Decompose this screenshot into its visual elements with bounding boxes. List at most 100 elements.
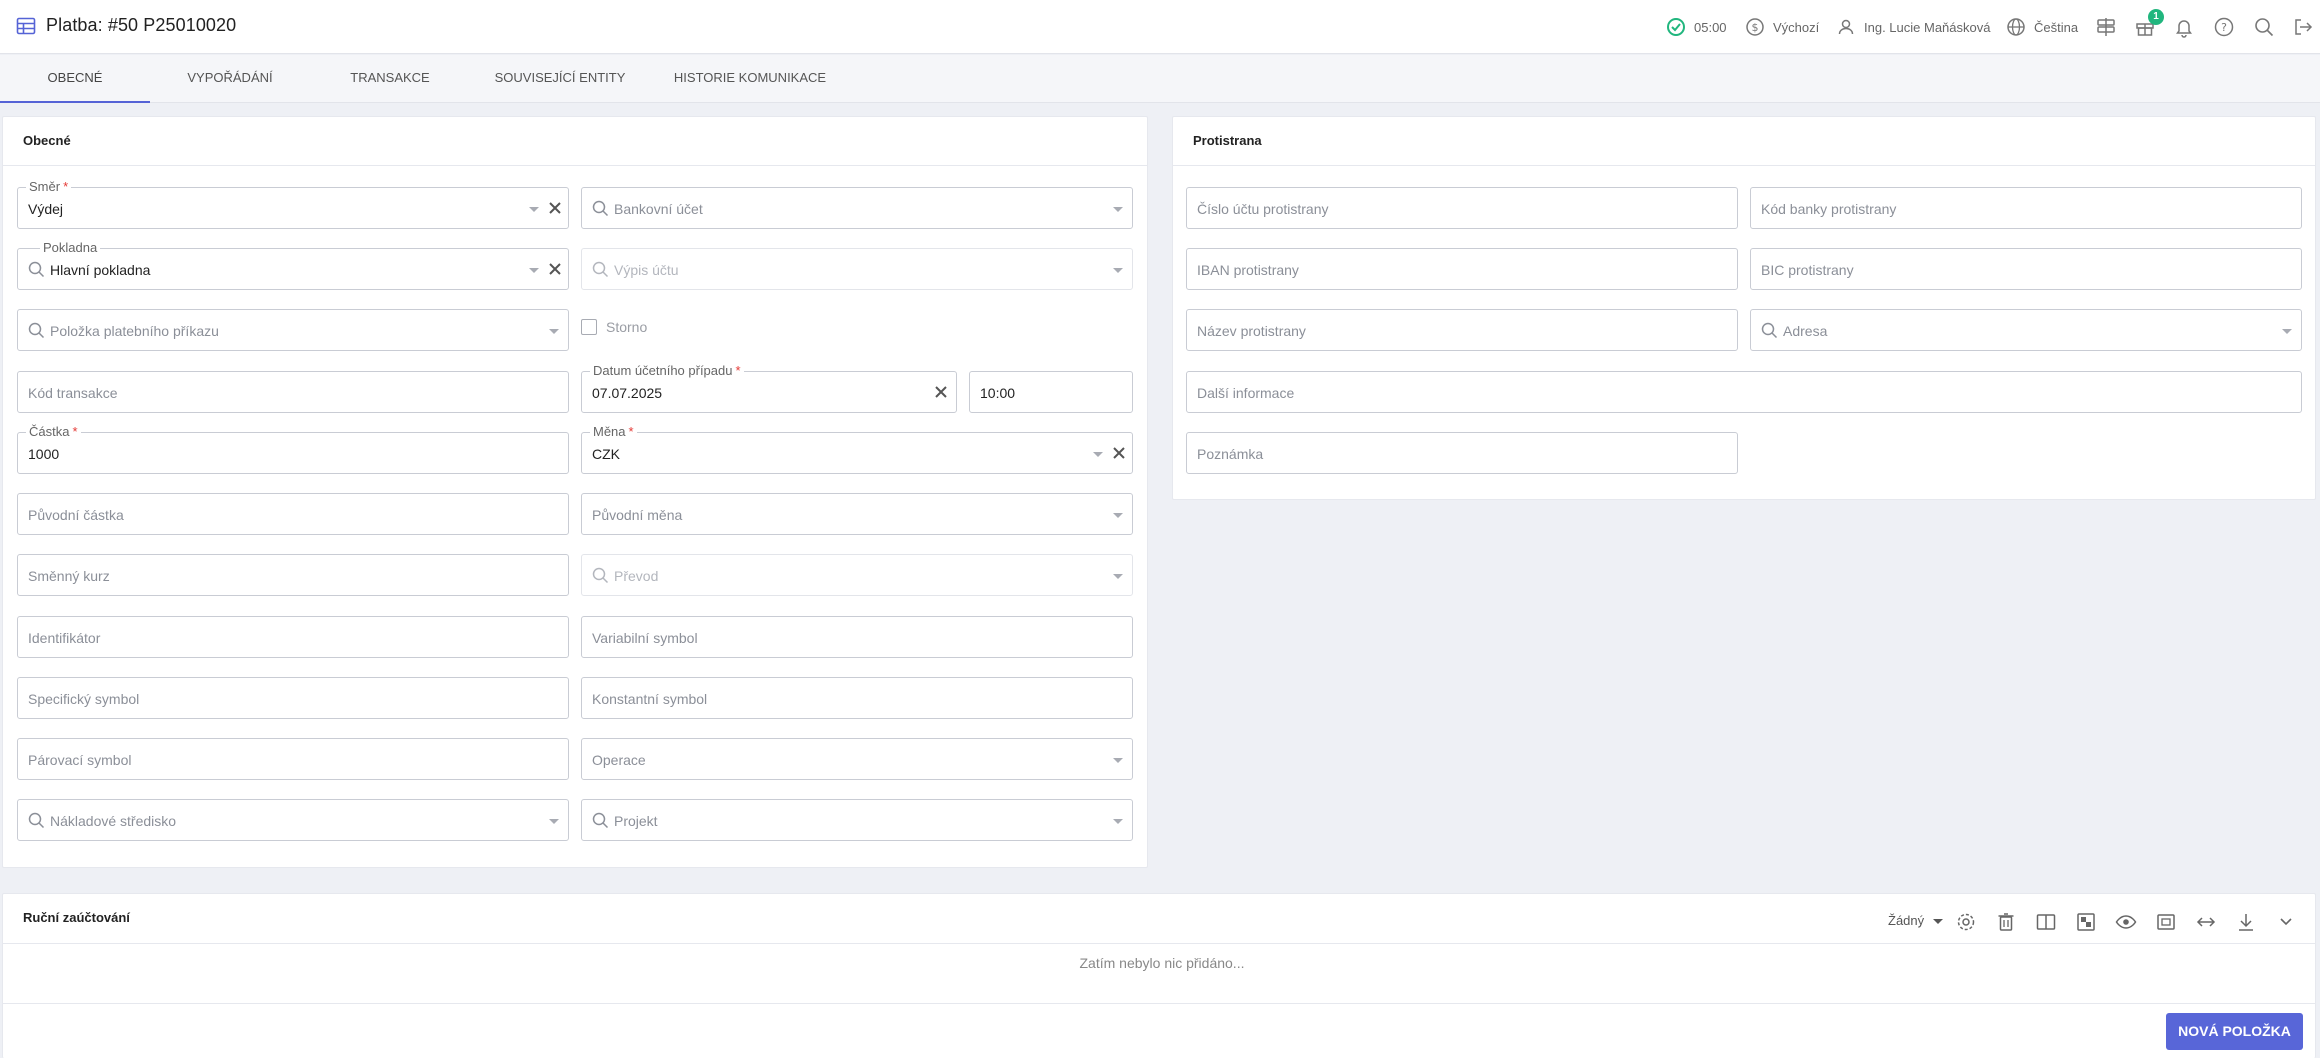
divider (3, 1003, 2315, 1004)
chevron-down-icon[interactable] (1113, 819, 1123, 824)
nakladove-stredisko-select[interactable]: Nákladové středisko (17, 799, 569, 841)
puvodni-castka-input[interactable]: Původní částka (17, 493, 569, 535)
currency-profile-text: Výchozí (1773, 19, 1820, 35)
kod-banky-input[interactable]: Kód banky protistrany (1750, 187, 2302, 229)
puvodni-mena-placeholder: Původní měna (592, 507, 683, 523)
chevron-down-icon (1113, 268, 1123, 273)
user-name: Ing. Lucie Maňásková (1864, 19, 1991, 35)
puvodni-mena-select[interactable]: Původní měna (581, 493, 1133, 535)
new-item-button[interactable]: Nová položka (2166, 1013, 2303, 1050)
bell-icon[interactable] (2173, 16, 2195, 38)
chevron-down-icon[interactable] (549, 329, 559, 334)
page-title: Platba: #50 P25010020 (46, 15, 237, 35)
currency-profile[interactable]: $ Výchozí (1745, 17, 1819, 37)
datum-input[interactable]: Datum účetního případu * 07.07.2025 (581, 363, 957, 413)
chevron-down-icon[interactable] (2275, 911, 2297, 933)
search-icon[interactable] (2253, 16, 2275, 38)
chevron-down-icon[interactable] (1113, 758, 1123, 763)
storno-checkbox-row[interactable]: Storno (581, 319, 647, 335)
timer-text: 05:00 (1694, 19, 1727, 35)
chevron-down-icon[interactable] (549, 819, 559, 824)
help-icon[interactable]: ? (2213, 16, 2235, 38)
search-icon (592, 200, 609, 217)
chevron-down-icon[interactable] (1113, 513, 1123, 518)
iban-input[interactable]: IBAN protistrany (1186, 248, 1738, 290)
smenny-kurz-placeholder: Směnný kurz (28, 568, 110, 584)
adresa-placeholder: Adresa (1783, 323, 1828, 339)
parovaci-symbol-placeholder: Párovací symbol (28, 752, 132, 768)
operace-select[interactable]: Operace (581, 738, 1133, 780)
nazev-input[interactable]: Název protistrany (1186, 309, 1738, 351)
identifikator-input[interactable]: Identifikátor (17, 616, 569, 658)
poznamka-placeholder: Poznámka (1197, 446, 1264, 462)
variabilni-symbol-placeholder: Variabilní symbol (592, 630, 698, 646)
search-icon (28, 322, 45, 339)
general-panel-title: Obecné (23, 133, 71, 148)
smer-select[interactable]: Směr * Výdej (17, 179, 569, 229)
cislo-uctu-input[interactable]: Číslo účtu protistrany (1186, 187, 1738, 229)
bic-input[interactable]: BIC protistrany (1750, 248, 2302, 290)
bankovni-ucet-select[interactable]: Bankovní účet (581, 187, 1133, 229)
cas-value: 10:00 (980, 385, 1016, 401)
empty-message: Zatím nebylo nic přidáno... (1079, 955, 1245, 971)
tab-obecne[interactable]: Obecné (0, 55, 150, 103)
arrows-horizontal-icon[interactable] (2195, 911, 2217, 933)
columns-icon[interactable] (2035, 911, 2057, 933)
tab-vyporadani[interactable]: Vypořádání (150, 55, 310, 103)
storno-label: Storno (606, 319, 648, 335)
eye-icon[interactable] (2115, 911, 2137, 933)
chevron-down-icon[interactable] (2282, 329, 2292, 334)
chevron-down-icon[interactable] (1113, 207, 1123, 212)
poznamka-input[interactable]: Poznámka (1186, 432, 1738, 474)
svg-text:?: ? (2221, 21, 2227, 34)
close-icon[interactable] (547, 261, 563, 277)
smenny-kurz-input[interactable]: Směnný kurz (17, 554, 569, 596)
mena-select[interactable]: Měna * CZK (581, 424, 1133, 474)
tab-souvisejici-entity[interactable]: Související entity (470, 55, 650, 103)
specificky-symbol-input[interactable]: Specifický symbol (17, 677, 569, 719)
gear-icon[interactable] (1955, 911, 1977, 933)
search-icon (1761, 322, 1778, 339)
fullscreen-icon[interactable] (2155, 911, 2177, 933)
chevron-down-icon[interactable] (529, 268, 539, 273)
close-icon[interactable] (1111, 445, 1127, 461)
close-icon[interactable] (933, 384, 949, 400)
pokladna-select[interactable]: Pokladna Hlavní pokladna (17, 240, 569, 290)
signpost-icon[interactable] (2095, 16, 2117, 38)
identifikator-placeholder: Identifikátor (28, 630, 101, 646)
filter-select-value[interactable]: Žádný (1888, 913, 1924, 928)
castka-input[interactable]: Částka * 1000 (17, 424, 569, 474)
language-switcher[interactable]: Čeština (2006, 17, 2078, 37)
bankovni-ucet-placeholder: Bankovní účet (614, 201, 703, 217)
chevron-down-icon[interactable] (1093, 452, 1103, 457)
tab-historie-komunikace[interactable]: Historie komunikace (650, 55, 850, 103)
bic-placeholder: BIC protistrany (1761, 262, 1854, 278)
chevron-down-icon[interactable] (1933, 919, 1943, 924)
chevron-down-icon[interactable] (529, 207, 539, 212)
parovaci-symbol-input[interactable]: Párovací symbol (17, 738, 569, 780)
density-icon[interactable] (2075, 911, 2097, 933)
dalsi-informace-input[interactable]: Další informace (1186, 371, 2302, 413)
adresa-select[interactable]: Adresa (1750, 309, 2302, 351)
timer-status[interactable]: 05:00 (1666, 17, 1727, 37)
nazev-placeholder: Název protistrany (1197, 323, 1306, 339)
dollar-circle-icon: $ (1746, 18, 1764, 36)
polozka-prikazu-select[interactable]: Položka platebního příkazu (17, 309, 569, 351)
kod-transakce-input[interactable]: Kód transakce (17, 371, 569, 413)
variabilni-symbol-input[interactable]: Variabilní symbol (581, 616, 1133, 658)
close-icon[interactable] (547, 200, 563, 216)
cas-input[interactable]: 10:00 (969, 371, 1133, 413)
general-panel: Obecné Směr * Výdej Bankovní účet Pokladn… (2, 116, 1148, 868)
trash-icon[interactable] (1995, 911, 2017, 933)
user-menu[interactable]: Ing. Lucie Maňásková (1836, 17, 1990, 37)
tab-transakce[interactable]: Transakce (310, 55, 470, 103)
pokladna-label: Pokladna (40, 240, 101, 256)
download-icon[interactable] (2235, 911, 2257, 933)
manual-panel-title: Ruční zaúčtování (23, 910, 130, 925)
logout-icon[interactable] (2292, 16, 2314, 38)
projekt-select[interactable]: Projekt (581, 799, 1133, 841)
smer-label: Směr (29, 179, 61, 194)
konstantni-symbol-input[interactable]: Konstantní symbol (581, 677, 1133, 719)
storno-checkbox[interactable] (581, 319, 597, 335)
mena-value: CZK (592, 446, 620, 462)
